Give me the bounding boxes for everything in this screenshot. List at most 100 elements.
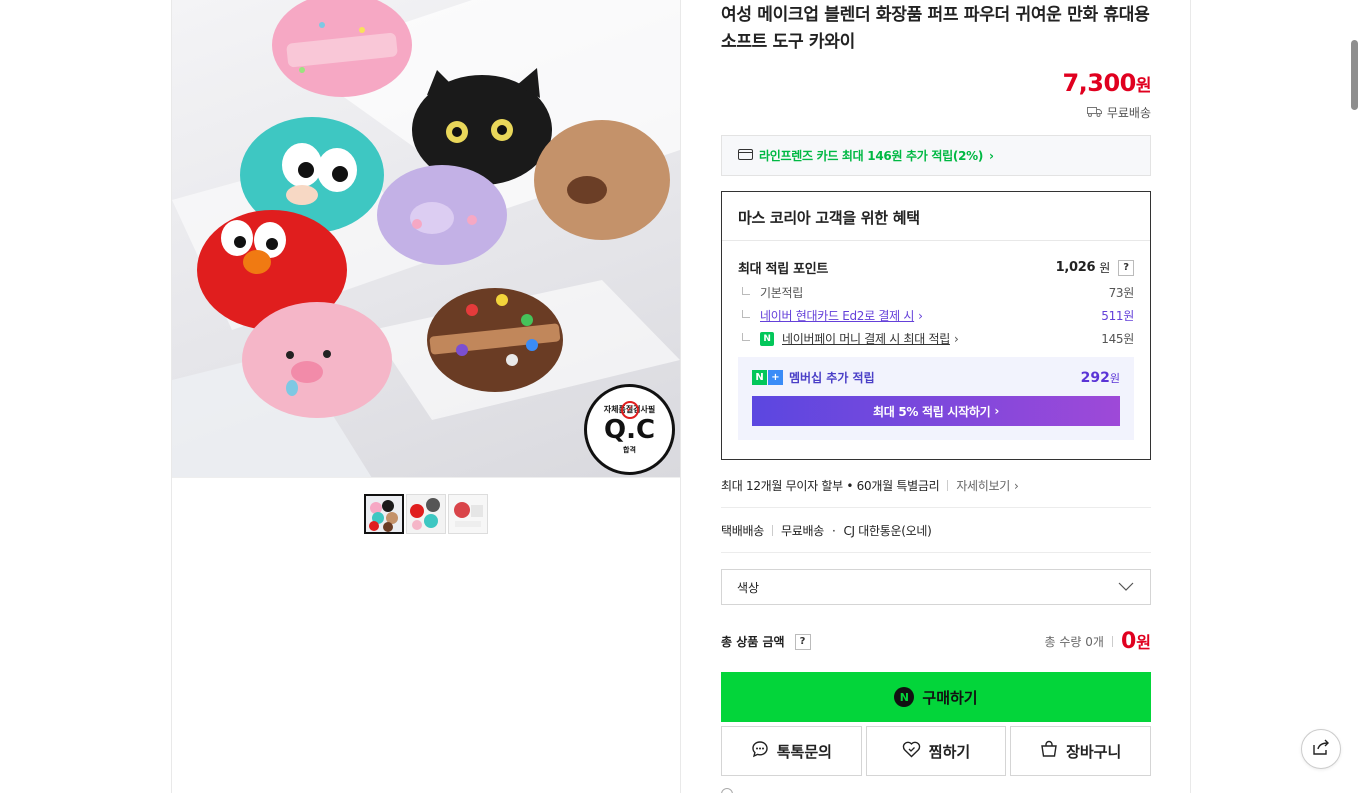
hyundai-card-value: 511원 xyxy=(1101,309,1134,323)
chevron-down-icon xyxy=(1118,580,1134,594)
membership-amount: 292원 xyxy=(1081,370,1120,386)
basic-points-value: 73원 xyxy=(1108,286,1135,300)
cart-button[interactable]: 장바구니 xyxy=(1010,726,1152,776)
share-button[interactable] xyxy=(1301,729,1341,769)
max-points-value-wrap: 1,026 원 ? xyxy=(1056,259,1134,276)
help-icon[interactable]: ? xyxy=(794,633,811,650)
basic-points-label: 기본적립 xyxy=(738,284,803,301)
total-amount-unit: 원 xyxy=(1136,633,1151,652)
npay-money-row[interactable]: N 네이버페이 머니 결제 시 최대 적립 › 145원 xyxy=(738,330,1134,347)
membership-start-label: 최대 5% 적립 시작하기 xyxy=(873,404,991,419)
installment-more-link[interactable]: 자세히보기 xyxy=(956,477,1010,494)
thumbnail-2[interactable] xyxy=(406,494,446,534)
benefit-box: 마스 코리아 고객을 위한 혜택 최대 적립 포인트 1,026 원 ? 기본적립… xyxy=(721,191,1151,460)
total-amount-value: 0 xyxy=(1120,629,1137,654)
npay-money-link[interactable]: 네이버페이 머니 결제 시 최대 적립 xyxy=(782,330,950,347)
divider xyxy=(1111,636,1113,647)
heart-icon xyxy=(902,741,921,762)
chevron-right-icon: › xyxy=(1014,478,1019,493)
cart-label: 장바구니 xyxy=(1066,742,1122,761)
delivery-info: 택배배송 무료배송 · CJ 대한통운(오네) xyxy=(721,522,932,539)
chat-bubble-icon xyxy=(751,740,769,762)
npay-money-wrap: N 네이버페이 머니 결제 시 최대 적립 › xyxy=(738,330,959,347)
membership-label-wrap: N + 멤버십 추가 적립 xyxy=(752,369,875,386)
image-column-border xyxy=(680,0,681,793)
thumbnail-1-image xyxy=(366,496,402,532)
check-icon: ✓ xyxy=(621,401,639,419)
hyundai-card-link[interactable]: 네이버 현대카드 Ed2로 결제 시 xyxy=(760,307,914,324)
chevron-right-icon: › xyxy=(994,404,999,418)
hyundai-card-row[interactable]: 네이버 현대카드 Ed2로 결제 시 › 511원 xyxy=(738,307,1134,324)
wish-button[interactable]: 찜하기 xyxy=(865,726,1007,776)
max-points-row: 최대 적립 포인트 1,026 원 ? xyxy=(738,258,1134,277)
talk-inquiry-label: 톡톡문의 xyxy=(776,742,832,761)
npay-money-value: 145원 xyxy=(1101,332,1134,346)
qc-badge: 자체품질검사필 Q.C ✓ 합격 xyxy=(584,384,675,475)
membership-unit: 원 xyxy=(1109,371,1120,385)
color-option-select[interactable]: 색상 xyxy=(721,569,1151,605)
installment-info: 최대 12개월 무이자 할부 • 60개월 특별금리 자세히보기 › xyxy=(721,477,1151,494)
total-label: 총 상품 금액 xyxy=(721,635,785,649)
thumbnail-1[interactable] xyxy=(364,494,404,534)
divider xyxy=(771,525,773,536)
shipping-info: 무료배송 xyxy=(1086,104,1151,121)
vertical-scrollbar[interactable] xyxy=(1351,40,1358,110)
thumbnail-3[interactable] xyxy=(448,494,488,534)
basic-points-row: 기본적립 73원 xyxy=(738,284,1134,301)
help-icon[interactable]: ? xyxy=(1118,259,1134,276)
total-amount: 0원 xyxy=(1121,629,1151,654)
secondary-buttons: 톡톡문의 찜하기 장바구니 xyxy=(721,726,1152,776)
delivery-fee: 무료배송 xyxy=(780,524,824,538)
naver-pay-icon: N xyxy=(894,687,915,707)
membership-label: 멤버십 추가 적립 xyxy=(789,371,875,385)
truck-icon xyxy=(1086,106,1102,120)
shopping-bag-icon xyxy=(1040,740,1058,762)
total-quantity: 총 수량 0개 xyxy=(1044,635,1104,649)
membership-panel: N + 멤버십 추가 적립 292원 최대 5% 적립 시작하기 › xyxy=(738,357,1134,440)
share-icon xyxy=(1311,738,1331,760)
talk-inquiry-button[interactable]: 톡톡문의 xyxy=(721,726,862,776)
naver-plus-icon: N + xyxy=(752,370,783,385)
max-points-unit: 원 xyxy=(1099,261,1110,275)
product-page: 자체품질검사필 Q.C ✓ 합격 여성 메이크업 블렌더 화장품 퍼프 파우더 … xyxy=(0,0,1361,793)
divider xyxy=(947,480,949,491)
divider xyxy=(721,507,1151,508)
radio-icon xyxy=(721,788,733,793)
thumbnail-list xyxy=(364,494,488,534)
chevron-right-icon: › xyxy=(989,148,994,163)
membership-value: 292 xyxy=(1080,369,1110,386)
dot-separator: · xyxy=(831,523,836,538)
right-column-border xyxy=(1190,0,1191,793)
color-option-placeholder: 색상 xyxy=(737,580,760,595)
installment-text: 최대 12개월 무이자 할부 • 60개월 특별금리 xyxy=(721,479,940,493)
buy-button[interactable]: N 구매하기 xyxy=(721,672,1151,722)
cut-off-row xyxy=(721,788,733,793)
card-benefit-banner[interactable]: 라인프렌즈 카드 최대 146원 추가 적립(2%) › xyxy=(721,135,1151,176)
credit-card-icon xyxy=(738,148,753,163)
product-price: 7,300원 xyxy=(1062,69,1151,97)
shipping-label: 무료배송 xyxy=(1106,106,1151,120)
divider xyxy=(721,552,1151,553)
npay-icon: N xyxy=(760,331,774,346)
product-title: 여성 메이크업 블렌더 화장품 퍼프 파우더 귀여운 만화 휴대용 소프트 도구… xyxy=(721,5,1150,52)
price-unit: 원 xyxy=(1135,76,1152,96)
membership-start-button[interactable]: 최대 5% 적립 시작하기 › xyxy=(752,396,1120,426)
buy-label: 구매하기 xyxy=(922,688,978,707)
total-summary: 총 수량 0개 0원 xyxy=(1045,629,1151,654)
thumbnail-3-image xyxy=(449,495,487,533)
chevron-right-icon: › xyxy=(953,331,959,346)
hyundai-card-wrap: 네이버 현대카드 Ed2로 결제 시 › xyxy=(738,307,923,324)
card-benefit-label: 라인프렌즈 카드 최대 146원 추가 적립(2%) xyxy=(759,149,984,163)
price-amount: 7,300 xyxy=(1062,69,1136,97)
qc-badge-main: Q.C xyxy=(603,415,656,445)
main-product-image[interactable]: 자체품질검사필 Q.C ✓ 합격 xyxy=(172,0,680,478)
qc-badge-pass: 합격 xyxy=(623,446,636,454)
benefit-heading: 마스 코리아 고객을 위한 혜택 xyxy=(722,192,1150,241)
delivery-carrier: CJ 대한통운(오네) xyxy=(843,524,932,538)
chevron-right-icon: › xyxy=(918,308,923,323)
total-price-section: 총 상품 금액 ? 총 수량 0개 0원 xyxy=(721,629,1151,654)
max-points-value: 1,026 xyxy=(1055,260,1096,275)
thumbnail-2-image xyxy=(407,495,445,533)
membership-row: N + 멤버십 추가 적립 292원 xyxy=(752,369,1120,386)
max-points-label: 최대 적립 포인트 xyxy=(738,262,829,277)
